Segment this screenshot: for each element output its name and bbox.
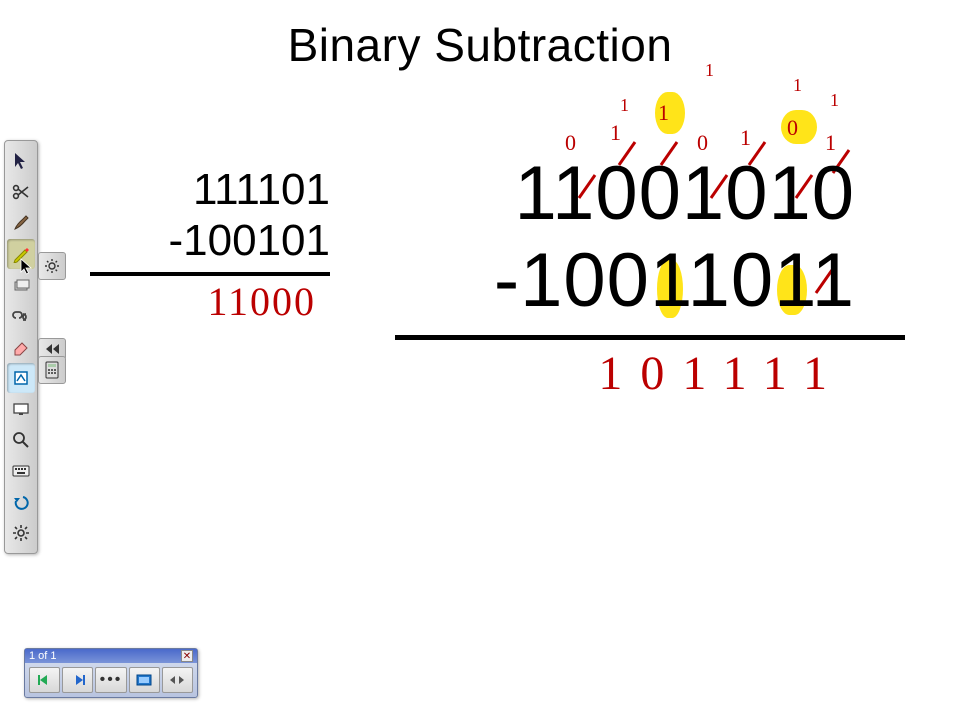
p2-result: 101111 bbox=[395, 346, 905, 401]
pointer-tool[interactable] bbox=[7, 146, 35, 176]
scissors-tool[interactable] bbox=[7, 177, 35, 207]
link-tool[interactable] bbox=[7, 301, 35, 331]
p1-minuend: 111101 bbox=[90, 165, 330, 216]
screen-tool[interactable] bbox=[7, 394, 35, 424]
page-title: Binary Subtraction bbox=[0, 18, 960, 72]
next-page-button[interactable] bbox=[62, 667, 93, 693]
pager-label: 1 of 1 bbox=[29, 650, 57, 662]
fullscreen-button[interactable] bbox=[129, 667, 160, 693]
carry-mark: 1 bbox=[830, 90, 839, 111]
p2-rule bbox=[395, 335, 905, 340]
ellipsis-icon: ••• bbox=[100, 671, 123, 689]
p1-rule bbox=[90, 272, 330, 276]
borrow-mark: 0 bbox=[787, 115, 798, 141]
borrow-mark: 1 bbox=[658, 100, 669, 126]
zoom-tool[interactable] bbox=[7, 425, 35, 455]
pager-titlebar[interactable]: 1 of 1 ✕ bbox=[25, 649, 197, 663]
highlighter-tool[interactable] bbox=[7, 363, 35, 393]
settings-tool[interactable] bbox=[7, 518, 35, 548]
eraser-tool[interactable] bbox=[7, 332, 35, 362]
carry-mark: 1 bbox=[620, 95, 629, 116]
carry-mark: 1 bbox=[705, 60, 714, 81]
p1-result: 11000 bbox=[90, 278, 330, 325]
mouse-cursor bbox=[20, 258, 34, 281]
calculator-flyout[interactable] bbox=[38, 356, 66, 384]
keyboard-tool[interactable] bbox=[7, 456, 35, 486]
pen-options-flyout[interactable] bbox=[38, 252, 66, 280]
problem-1: 111101 -100101 11000 bbox=[90, 165, 330, 325]
brush-tool[interactable] bbox=[7, 208, 35, 238]
carry-mark: 1 bbox=[793, 75, 802, 96]
borrow-mark: 1 bbox=[610, 120, 621, 146]
page-navigator: 1 of 1 ✕ ••• bbox=[24, 648, 198, 698]
close-icon[interactable]: ✕ bbox=[181, 650, 193, 662]
prev-page-button[interactable] bbox=[29, 667, 60, 693]
p1-subtrahend: -100101 bbox=[90, 216, 330, 267]
problem-2: 0 1 1 0 1 0 1 1 1 1 1 11001010 -10011011… bbox=[395, 150, 905, 401]
fit-width-button[interactable] bbox=[162, 667, 193, 693]
undo-tool[interactable] bbox=[7, 487, 35, 517]
p2-minuend: 11001010 bbox=[395, 150, 905, 237]
p2-subtrahend: -10011011 bbox=[395, 237, 905, 324]
tool-palette bbox=[4, 140, 38, 554]
borrow-mark: 1 bbox=[740, 125, 751, 151]
page-menu-button[interactable]: ••• bbox=[95, 667, 126, 693]
